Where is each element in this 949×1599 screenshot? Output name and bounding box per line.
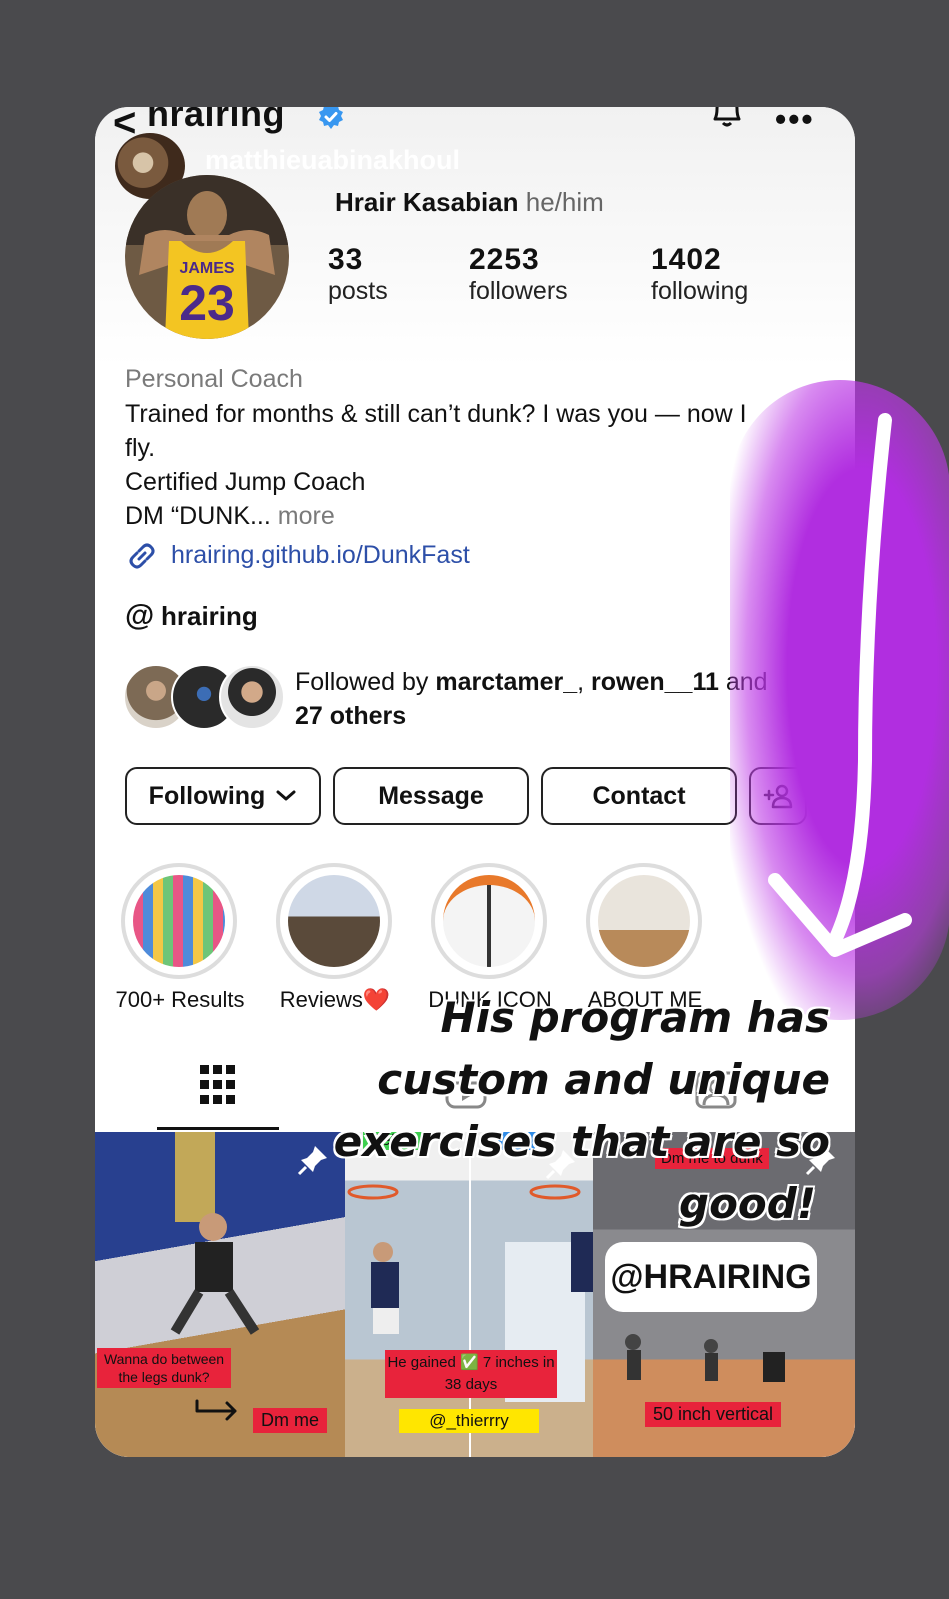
more-options-icon[interactable]: ••• (775, 107, 815, 138)
profile-avatar-image: JAMES 23 (125, 175, 289, 339)
story-author-username[interactable]: matthieuabinakhoul (205, 145, 460, 176)
stat-followers-count: 2253 (469, 243, 540, 276)
display-name-text: Hrair Kasabian (335, 187, 519, 217)
followed-by-separator: , (577, 668, 585, 696)
stat-following-label: following (651, 277, 749, 305)
message-button-label: Message (378, 781, 484, 810)
threads-icon: @ (125, 599, 155, 632)
mutual-followers-avatars[interactable] (123, 664, 285, 730)
active-tab-indicator (157, 1127, 279, 1130)
contact-button-label: Contact (592, 781, 686, 810)
stat-followers[interactable]: 2253 followers (469, 243, 619, 306)
svg-text:23: 23 (179, 275, 235, 331)
arrow-down-icon (768, 413, 912, 957)
highlight-cover (288, 875, 380, 967)
followed-by-user: marctamer_ (435, 668, 578, 696)
chevron-down-icon (276, 790, 296, 801)
bio-line: fly. (125, 434, 156, 462)
stat-posts[interactable]: 33 posts (328, 243, 438, 306)
followed-by-user: rowen__11 (591, 668, 719, 696)
following-button-label: Following (148, 781, 266, 810)
story-caption-line: good! (679, 1179, 816, 1228)
avatar (219, 664, 285, 730)
profile-category: Personal Coach (125, 365, 303, 393)
highlight-about-me[interactable] (586, 863, 702, 979)
threads-handle[interactable]: hrairing (161, 601, 258, 632)
followed-by-others: 27 others (295, 702, 407, 730)
bio-line: Trained for months & still can’t dunk? I… (125, 400, 747, 428)
followed-by-prefix: Followed by (295, 668, 429, 696)
stat-followers-label: followers (469, 277, 568, 305)
link-icon (129, 543, 155, 569)
story-caption: His program has custom and unique exerci… (320, 987, 830, 1235)
story-caption-line: custom and unique (377, 1055, 830, 1104)
post-handle-sticker: @HRAIRING (605, 1242, 817, 1312)
arrow-right-icon (195, 1399, 237, 1421)
post-tag: Dm me (253, 1408, 327, 1433)
highlight-label: 700+ Results (115, 987, 245, 1012)
verified-badge-icon (319, 107, 343, 129)
post-tag: @_thierrry (399, 1409, 539, 1433)
post-caption: He gained ✅ 7 inches in 38 days (385, 1350, 557, 1398)
highlight-results[interactable] (121, 863, 237, 979)
story-caption-line: exercises that are so (333, 1117, 830, 1166)
message-button[interactable]: Message (333, 767, 529, 825)
profile-avatar[interactable]: JAMES 23 (125, 175, 289, 339)
post-caption: 50 inch vertical (645, 1402, 782, 1427)
post-thumbnail[interactable]: Wanna do between the legs dunk? Dm me (95, 1132, 345, 1457)
stat-following-count: 1402 (651, 243, 722, 276)
grid-icon[interactable] (200, 1065, 236, 1109)
profile-username: hrairing (147, 107, 286, 134)
bio-line-text: DM “DUNK... (125, 502, 271, 530)
highlight-dunk-icon[interactable] (431, 863, 547, 979)
profile-bio: Trained for months & still can’t dunk? I… (125, 397, 825, 533)
bio-more-link[interactable]: more (278, 502, 335, 530)
pronouns: he/him (525, 187, 604, 217)
bell-icon[interactable] (707, 107, 747, 133)
profile-link[interactable]: hrairing.github.io/DunkFast (171, 541, 470, 570)
contact-button[interactable]: Contact (541, 767, 737, 825)
following-button[interactable]: Following (125, 767, 321, 825)
highlight-cover (443, 875, 535, 967)
stat-following[interactable]: 1402 following (651, 243, 801, 306)
display-name: Hrair Kasabian he/him (335, 187, 604, 218)
stat-posts-count: 33 (328, 243, 364, 276)
highlight-cover (133, 875, 225, 967)
story-caption-line: His program has (440, 993, 830, 1042)
stat-posts-label: posts (328, 277, 388, 305)
bio-line: Certified Jump Coach (125, 468, 366, 496)
highlight-reviews[interactable] (276, 863, 392, 979)
post-caption: Wanna do between the legs dunk? (97, 1348, 231, 1388)
bio-line: DM “DUNK... more (125, 499, 825, 533)
post-image (625, 1334, 785, 1382)
highlight-cover (598, 875, 690, 967)
